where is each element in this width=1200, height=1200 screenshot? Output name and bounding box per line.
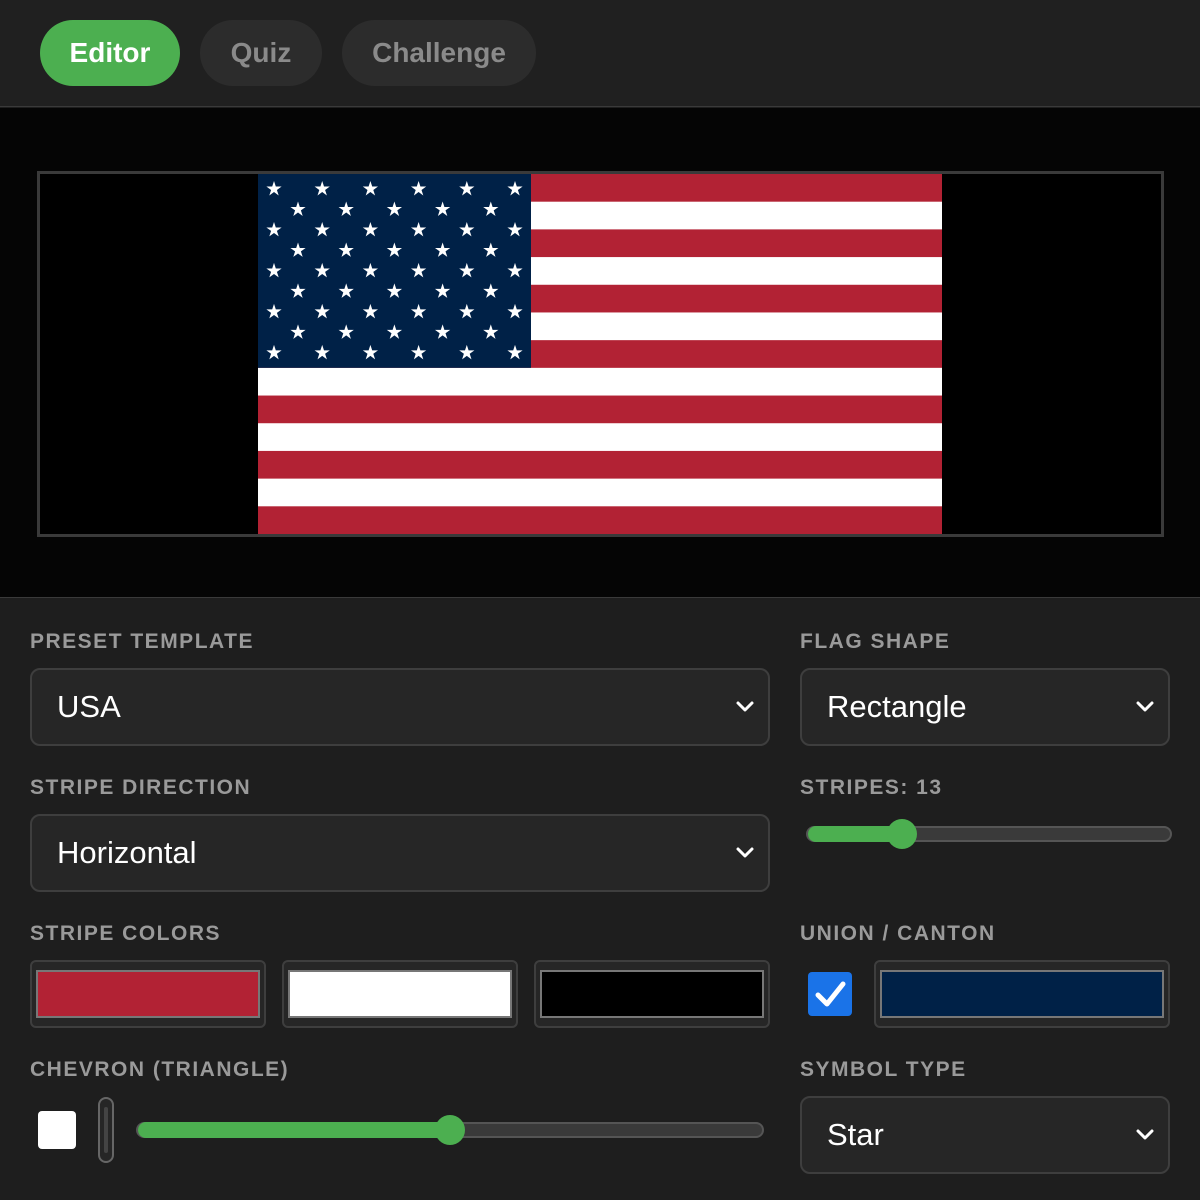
flag-shape-value: Rectangle (827, 689, 967, 724)
symbol-type-select[interactable]: Star (800, 1096, 1170, 1174)
union-canton-label: UNION / CANTON (800, 922, 996, 945)
union-color (880, 970, 1164, 1018)
chevron-size-slider[interactable] (136, 1115, 764, 1145)
checkmark-icon (815, 981, 846, 1007)
chevron-checkbox[interactable] (38, 1111, 76, 1149)
stripes-slider-thumb[interactable] (887, 819, 918, 849)
symbol-type-label: SYMBOL TYPE (800, 1058, 967, 1081)
preset-template-select[interactable]: USA (30, 668, 770, 746)
stripe-color-swatch-3[interactable] (534, 960, 770, 1028)
stripe-direction-value: Horizontal (57, 835, 197, 870)
stripe-color-swatch-2[interactable] (282, 960, 518, 1028)
flag-canvas (258, 174, 942, 534)
stripe-direction-select[interactable]: Horizontal (30, 814, 770, 892)
stripe-color-3 (540, 970, 764, 1018)
flag-stripe (258, 478, 942, 507)
chevron-down-icon (736, 701, 754, 712)
tab-editor[interactable]: Editor (40, 20, 180, 86)
stripe-colors-label: STRIPE COLORS (30, 922, 222, 945)
chevron-down-icon (1136, 1129, 1154, 1140)
stripes-count-label: STRIPES: 13 (800, 776, 943, 799)
chevron-slider-thumb[interactable] (435, 1115, 465, 1145)
tab-quiz[interactable]: Quiz (200, 20, 322, 86)
symbol-type-value: Star (827, 1117, 884, 1152)
chevron-slider-fill (138, 1122, 454, 1138)
preset-template-label: PRESET TEMPLATE (30, 630, 254, 653)
union-canton-checkbox[interactable] (808, 972, 852, 1016)
chevron-color-picker[interactable] (98, 1097, 114, 1163)
stripe-color-1 (36, 970, 260, 1018)
flag-stripe (258, 395, 942, 424)
tab-bar: Editor Quiz Challenge (0, 0, 1200, 107)
stripes-slider[interactable] (806, 819, 1172, 849)
flag-shape-label: FLAG SHAPE (800, 630, 951, 653)
flag-stripe (258, 450, 942, 480)
flag-stripe (258, 367, 942, 397)
chevron-down-icon (736, 847, 754, 858)
flag-stripe (258, 423, 942, 452)
tab-challenge[interactable]: Challenge (342, 20, 536, 86)
stripe-color-2 (288, 970, 512, 1018)
preset-template-value: USA (57, 689, 121, 724)
flag-shape-select[interactable]: Rectangle (800, 668, 1170, 746)
stripe-direction-label: STRIPE DIRECTION (30, 776, 252, 799)
flag-stripe (258, 506, 942, 534)
stripe-color-swatch-1[interactable] (30, 960, 266, 1028)
union-color-swatch[interactable] (874, 960, 1170, 1028)
chevron-down-icon (1136, 701, 1154, 712)
chevron-label: CHEVRON (TRIANGLE) (30, 1058, 290, 1081)
